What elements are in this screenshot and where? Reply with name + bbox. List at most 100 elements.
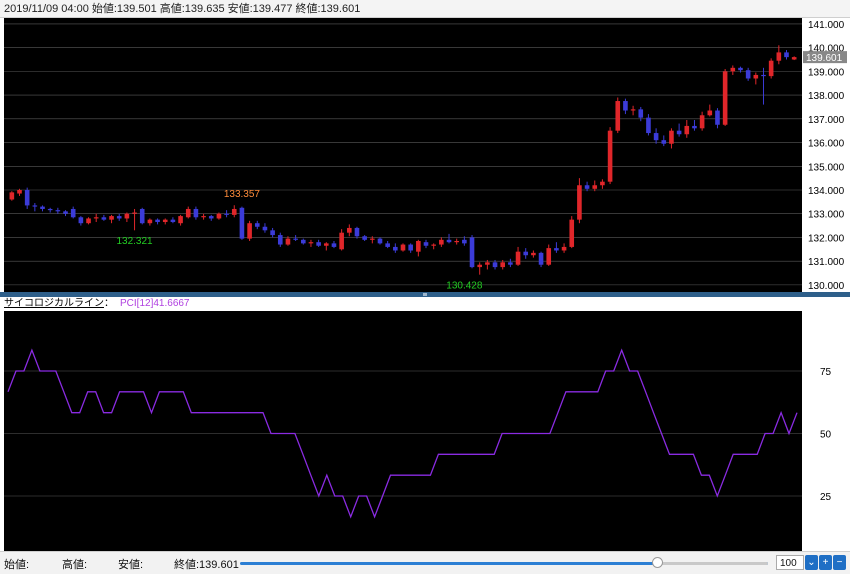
candle-body <box>761 74 766 77</box>
candle-body <box>730 67 736 72</box>
zoom-slider-rest[interactable] <box>657 562 768 565</box>
candle-body <box>101 217 107 220</box>
zoom-slider-knob[interactable] <box>651 557 663 568</box>
zoom-value: 100 <box>780 558 797 569</box>
candle-body <box>78 217 84 224</box>
candle-body <box>791 57 797 60</box>
candle-body <box>109 216 114 220</box>
indicator-ytick-label: 25 <box>820 492 832 503</box>
candle-body <box>638 109 644 118</box>
main-ytick-label: 133.000 <box>808 210 845 221</box>
main-ytick-label: 135.000 <box>808 162 845 173</box>
candle-body <box>707 110 713 116</box>
candle-body <box>607 130 613 182</box>
zoom-in-button[interactable]: + <box>819 555 832 570</box>
candle-body <box>623 101 628 111</box>
candlestick-chart[interactable]: 133.357 132.321 130.428 130.000 131.000 132.… <box>0 18 850 292</box>
minus-icon: − <box>836 557 843 568</box>
candle-body <box>262 226 268 231</box>
candle-body <box>70 208 76 218</box>
candle-body <box>692 125 697 129</box>
candle-body <box>86 218 91 224</box>
candle-body <box>377 238 383 244</box>
candle-body <box>477 264 482 268</box>
candle-body <box>132 212 137 214</box>
candle-body <box>300 239 306 244</box>
indicator-ytick-label: 50 <box>820 430 832 441</box>
candle-body <box>362 236 367 240</box>
candle-body <box>185 208 191 218</box>
candle-body <box>239 207 245 239</box>
price-annotation-low: 132.321 <box>116 236 153 247</box>
main-ytick-label: 141.000 <box>808 20 845 31</box>
plus-icon: + <box>822 557 829 568</box>
candle-body <box>285 238 291 245</box>
candle-body <box>254 223 260 227</box>
main-ytick-label: 132.000 <box>808 233 845 244</box>
candle-body <box>331 243 337 247</box>
main-ytick-label: 137.000 <box>808 115 845 126</box>
candle-body <box>485 262 490 265</box>
zoom-out-button[interactable]: − <box>833 555 846 570</box>
candle-body <box>439 239 444 245</box>
price-annotation-low: 130.428 <box>446 281 483 292</box>
candle-body <box>17 189 22 194</box>
candle-body <box>554 248 559 251</box>
candle-body <box>592 185 598 189</box>
candle-body <box>124 213 130 219</box>
candle-body <box>24 189 30 206</box>
candle-body <box>9 192 15 200</box>
candle-body <box>270 230 275 236</box>
candle-body <box>170 219 176 223</box>
chevron-down-icon: ⌄ <box>807 557 816 568</box>
candle-body <box>653 133 659 141</box>
main-ytick-label: 130.000 <box>808 281 845 292</box>
candle-body <box>745 70 751 79</box>
splitter-grip[interactable] <box>423 293 427 296</box>
candle-body <box>162 219 168 223</box>
candle-body <box>722 71 728 125</box>
main-ytick-label: 139.000 <box>808 67 845 78</box>
candle-body <box>116 216 122 219</box>
candle-body <box>224 213 229 215</box>
candle-body <box>699 115 705 129</box>
indicator-ytick-label: 75 <box>820 367 832 378</box>
indicator-name-link[interactable]: サイコロジカルライン <box>4 298 104 309</box>
indicator-colon: ： <box>104 298 114 309</box>
psychological-line-chart[interactable]: 25 50 75 <box>0 311 850 551</box>
candle-body <box>569 219 575 247</box>
candle-body <box>47 208 53 211</box>
candle-body <box>385 243 390 247</box>
candle-body <box>454 240 459 243</box>
candle-body <box>446 239 452 243</box>
candle-body <box>784 52 789 58</box>
candle-body <box>684 125 690 135</box>
candle-body <box>208 216 214 219</box>
main-ytick-label: 134.000 <box>808 186 845 197</box>
candle-body <box>431 244 436 246</box>
candle-body <box>40 206 45 209</box>
candle-body <box>776 52 782 61</box>
main-ytick-label: 131.000 <box>808 257 845 268</box>
zoom-value-box[interactable]: 100 <box>776 555 804 570</box>
bottom-toolbar: 始値: 高値: 安値: 終値:139.601 100 ⌄ + − <box>0 551 850 574</box>
ohlc-info-bar: 2019/11/09 04:00 始値:139.501 高値:139.635 安… <box>0 0 850 18</box>
candle-body <box>147 219 153 224</box>
candle-body <box>277 235 283 245</box>
candle-body <box>354 227 360 237</box>
candle-body <box>347 227 352 233</box>
candle-body <box>393 246 398 251</box>
candle-body <box>676 130 682 135</box>
candle-body <box>661 140 667 144</box>
candle-body <box>469 237 475 268</box>
price-annotation-high: 133.357 <box>224 189 261 200</box>
candle-body <box>515 251 521 265</box>
candle-body <box>193 208 199 218</box>
candle-body <box>492 262 498 268</box>
candle-body <box>523 251 529 256</box>
main-ytick-label: 138.000 <box>808 91 845 102</box>
zoom-dropdown-button[interactable]: ⌄ <box>805 555 818 570</box>
candle-body <box>600 181 605 186</box>
candle-body <box>201 216 206 218</box>
candle-body <box>630 109 636 111</box>
